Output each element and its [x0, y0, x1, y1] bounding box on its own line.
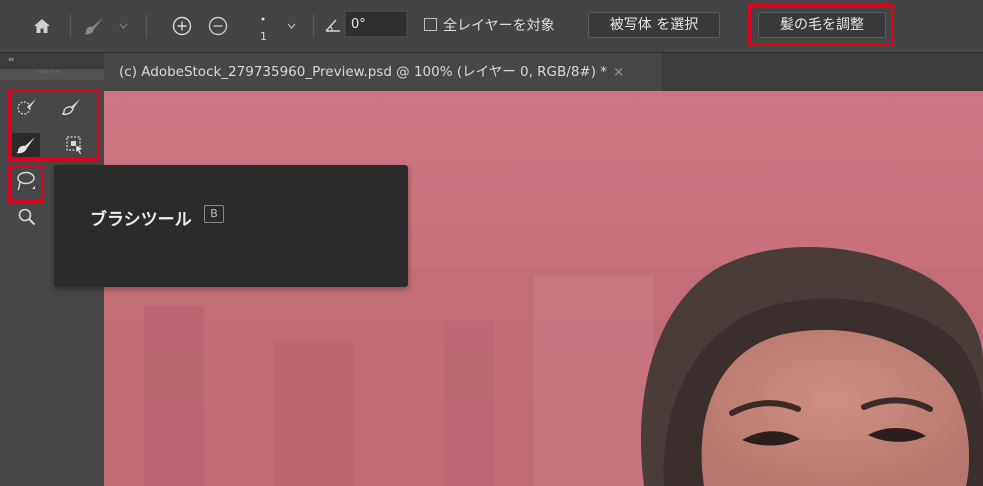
tooltip-title: ブラシツール — [90, 210, 192, 230]
angle-input[interactable]: 0° — [346, 12, 406, 36]
magnifier-icon[interactable] — [13, 205, 41, 229]
tools-highlight-top — [8, 89, 100, 161]
toolbar-header — [0, 53, 104, 69]
subtract-from-selection-icon[interactable] — [204, 14, 232, 38]
brush-size-value: 1 — [260, 30, 267, 43]
brush-size-dot-icon[interactable] — [258, 14, 268, 24]
angle-icon — [323, 15, 343, 35]
home-icon[interactable] — [30, 15, 54, 37]
chevron-down-icon[interactable] — [117, 18, 129, 34]
sample-all-layers-checkbox[interactable] — [424, 18, 437, 31]
tooltip-shortcut-key: B — [204, 205, 224, 223]
close-tab-icon[interactable]: × — [613, 64, 624, 80]
sample-all-layers-label[interactable]: 全レイヤーを対象 — [443, 15, 555, 35]
brush-size-chevron-icon[interactable] — [285, 18, 297, 34]
refine-hair-highlight — [748, 4, 894, 46]
options-bar: 1 0° 全レイヤーを対象 被写体 を選択 髪の毛を調整 — [0, 0, 983, 53]
brush-tool-tooltip: ブラシツール B — [54, 165, 408, 287]
document-tab-title: (c) AdobeStock_279735960_Preview.psd @ 1… — [119, 64, 608, 80]
add-to-selection-icon[interactable] — [168, 14, 196, 38]
canvas[interactable] — [104, 91, 983, 486]
collapse-toolbar-icon[interactable]: ‹‹ — [8, 55, 14, 65]
tools-highlight-lasso — [8, 165, 44, 203]
toolbar-grip[interactable] — [38, 70, 62, 73]
document-tab[interactable]: (c) AdobeStock_279735960_Preview.psd @ 1… — [104, 53, 662, 91]
canvas-photo — [104, 91, 983, 486]
brush-preset-icon[interactable] — [82, 14, 106, 38]
select-subject-button[interactable]: 被写体 を選択 — [588, 12, 720, 38]
